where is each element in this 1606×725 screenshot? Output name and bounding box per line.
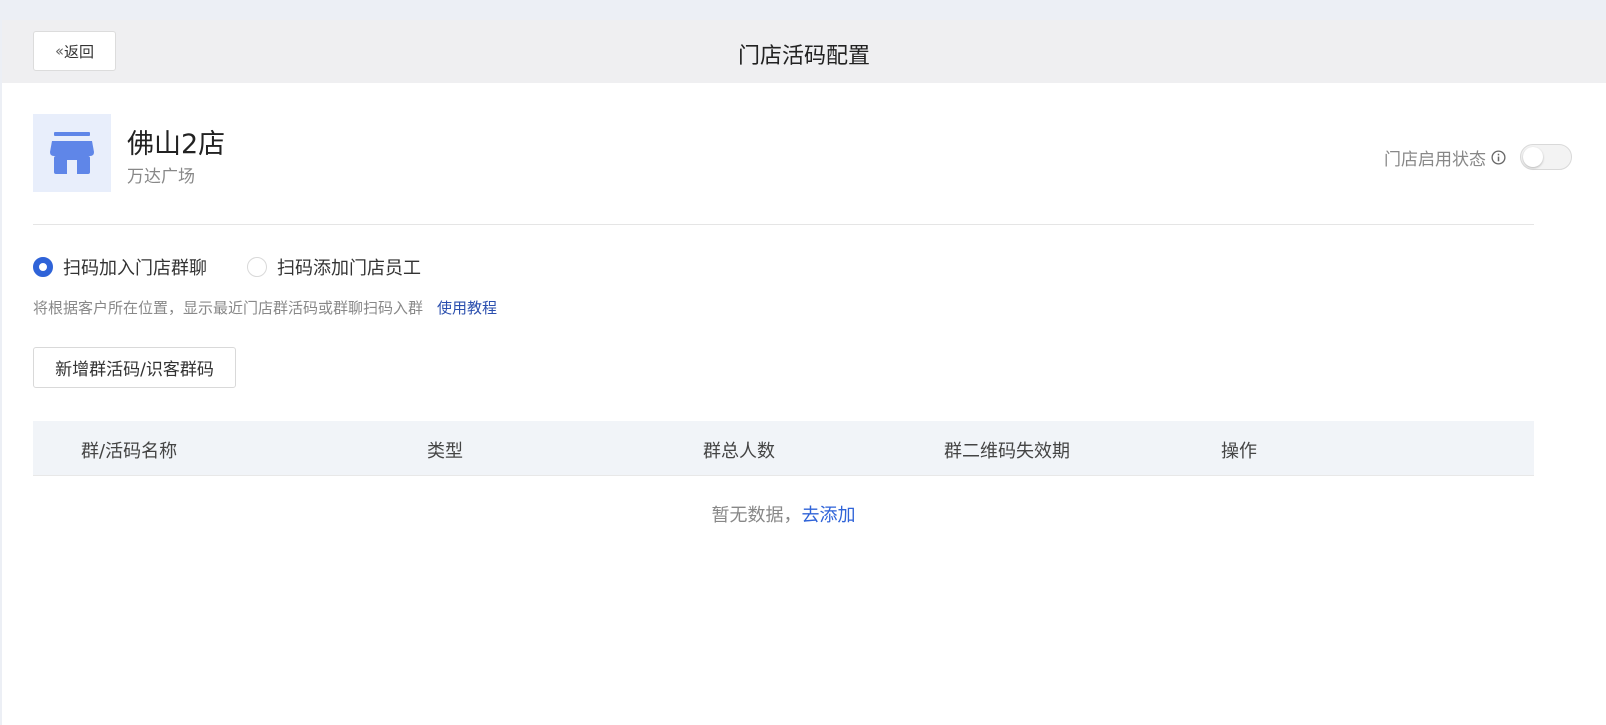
table-header: 群/活码名称 类型 群总人数 群二维码失效期 操作 — [33, 421, 1534, 476]
radio-add-store-staff[interactable]: 扫码添加门店员工 — [247, 254, 421, 280]
radio-checked-icon — [33, 257, 53, 277]
column-header-name: 群/活码名称 — [81, 441, 178, 462]
store-status-label: 门店启用状态 — [1384, 149, 1486, 170]
store-icon — [50, 132, 94, 174]
section-divider — [33, 224, 1534, 225]
hint-text: 将根据客户所在位置，显示最近门店群活码或群聊扫码入群 — [33, 299, 424, 317]
add-group-code-button[interactable]: 新增群活码/识客群码 — [33, 347, 236, 388]
table-empty-state: 暂无数据，去添加 — [33, 501, 1534, 527]
store-enable-toggle[interactable] — [1520, 144, 1572, 170]
store-address: 万达广场 — [127, 167, 195, 187]
store-name: 佛山2店 — [127, 129, 226, 160]
column-header-type: 类型 — [427, 441, 463, 462]
column-header-actions: 操作 — [1221, 441, 1257, 462]
radio-unchecked-icon — [247, 257, 267, 277]
empty-text: 暂无数据， — [711, 505, 802, 526]
go-add-link[interactable]: 去添加 — [802, 505, 856, 526]
info-icon[interactable] — [1491, 149, 1506, 165]
radio-label: 扫码加入门店群聊 — [63, 258, 207, 279]
tutorial-link[interactable]: 使用教程 — [437, 297, 497, 318]
toggle-knob — [1523, 147, 1543, 167]
store-status: 门店启用状态 — [1384, 144, 1572, 170]
group-code-table: 群/活码名称 类型 群总人数 群二维码失效期 操作 暂无数据，去添加 — [33, 421, 1534, 526]
radio-label: 扫码添加门店员工 — [277, 258, 421, 279]
store-avatar — [33, 114, 111, 192]
page-title: 门店活码配置 — [737, 44, 870, 69]
column-header-member-count: 群总人数 — [703, 441, 775, 462]
top-bar: ‹‹ 返回 门店活码配置 — [2, 20, 1606, 83]
mode-hint: 将根据客户所在位置，显示最近门店群活码或群聊扫码入群 使用教程 — [33, 297, 497, 318]
page-container: ‹‹ 返回 门店活码配置 佛山2店 万达广场 门店启用状态 扫码加入门店群聊 扫… — [2, 20, 1606, 725]
radio-join-store-group[interactable]: 扫码加入门店群聊 — [33, 254, 207, 280]
mode-radio-group: 扫码加入门店群聊 扫码添加门店员工 — [33, 254, 461, 280]
column-header-qr-expiry: 群二维码失效期 — [944, 441, 1070, 462]
